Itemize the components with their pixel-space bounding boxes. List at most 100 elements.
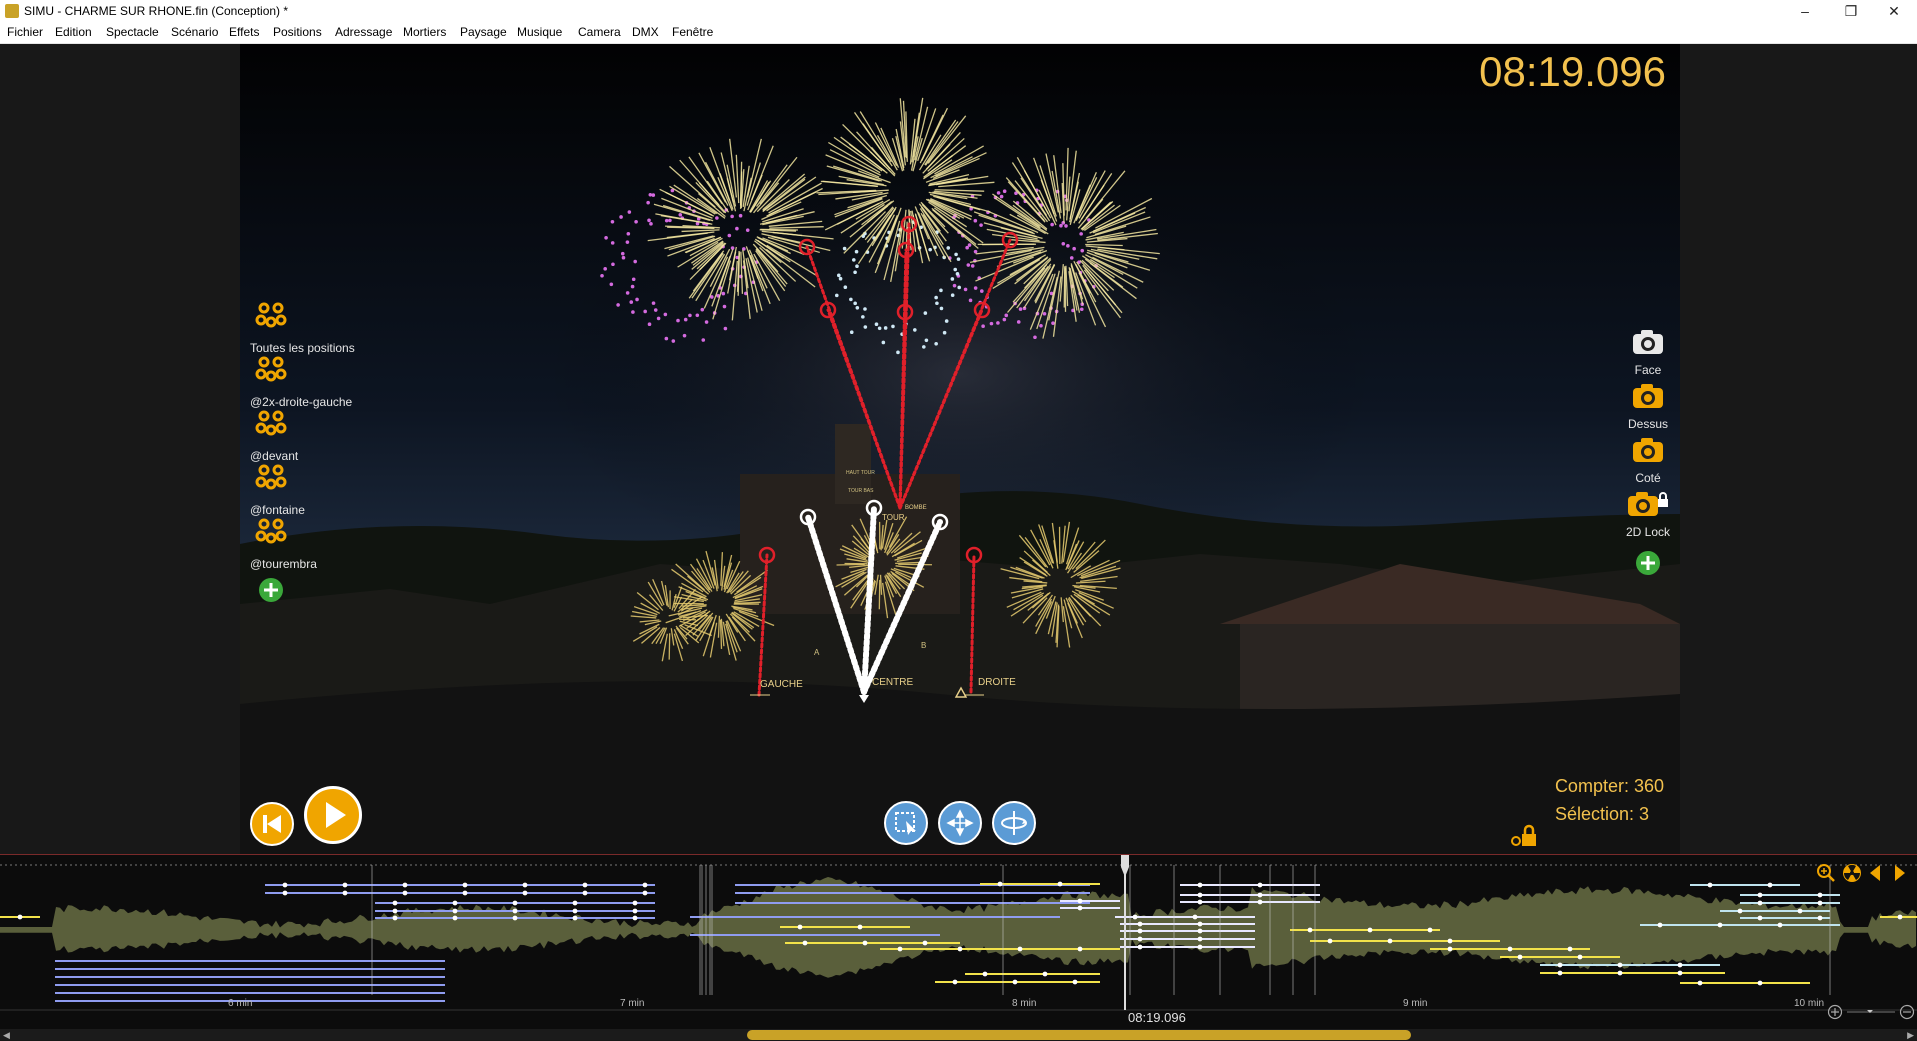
position-group-label: @devant	[250, 449, 298, 463]
zoom-in-icon[interactable]	[1829, 1006, 1842, 1019]
event-marker	[343, 891, 348, 896]
position-group-devant[interactable]: @devant	[250, 408, 298, 463]
menu-dmx[interactable]: DMX	[632, 25, 659, 39]
event-marker	[1368, 928, 1373, 933]
event-marker	[1798, 909, 1803, 914]
event-marker	[1448, 947, 1453, 952]
menu-musique[interactable]: Musique	[517, 25, 562, 39]
camera-face-button[interactable]: Face	[1613, 328, 1680, 377]
camera-label: Coté	[1613, 471, 1680, 485]
event-marker	[1198, 900, 1203, 905]
position-group-label: @tourembra	[250, 557, 317, 571]
event-marker	[1618, 971, 1623, 976]
close-icon[interactable]: ✕	[1871, 0, 1917, 22]
rewind-button[interactable]	[250, 802, 294, 846]
event-marker	[1758, 981, 1763, 986]
event-marker	[798, 925, 803, 930]
minute-label: 7 min	[620, 998, 644, 1009]
add-camera-button[interactable]	[1636, 551, 1660, 575]
event-marker	[643, 891, 648, 896]
label-tour: TOUR	[882, 513, 905, 522]
menu-paysage[interactable]: Paysage	[460, 25, 507, 39]
play-button[interactable]	[304, 786, 362, 844]
scroll-right-icon[interactable]: ▶	[1907, 1030, 1914, 1041]
event-marker	[1193, 915, 1198, 920]
menu-mortiers[interactable]: Mortiers	[403, 25, 446, 39]
cursor-time: 08:19.096	[1128, 1010, 1186, 1025]
event-marker	[453, 909, 458, 914]
select-rect-icon	[886, 803, 926, 843]
event-marker	[633, 916, 638, 921]
camera-cote-button[interactable]: Coté	[1613, 436, 1680, 485]
position-group-all[interactable]: Toutes les positions	[250, 300, 355, 355]
event-marker	[923, 941, 928, 946]
add-position-group-button[interactable]	[259, 578, 283, 602]
menu-scenario[interactable]: Scénario	[171, 25, 218, 39]
radiation-icon[interactable]	[1843, 864, 1861, 882]
move-tool-button[interactable]	[938, 801, 982, 845]
menu-edition[interactable]: Edition	[55, 25, 92, 39]
horizontal-scrollbar[interactable]: ◀ ▶	[0, 1029, 1917, 1040]
stats-panel: Compter: 360 Sélection: 3	[1555, 772, 1664, 828]
menu-fenetre[interactable]: Fenêtre	[672, 25, 713, 39]
rotate-tool-button[interactable]	[992, 801, 1036, 845]
minimize-icon[interactable]: –	[1782, 0, 1828, 22]
event-marker	[958, 947, 963, 952]
event-marker	[1308, 928, 1313, 933]
timeline-panel[interactable]: 6 min 7 min 8 min 9 min 10 min 08:19.096	[0, 854, 1917, 1030]
menu-adressage[interactable]: Adressage	[335, 25, 392, 39]
scroll-left-icon[interactable]: ◀	[3, 1030, 10, 1041]
event-marker	[983, 972, 988, 977]
rotate-icon	[994, 803, 1034, 843]
event-marker	[1258, 900, 1263, 905]
event-marker	[998, 882, 1003, 887]
time-display: 08:19.096	[1479, 48, 1666, 96]
position-group-tourembra[interactable]: @tourembra	[250, 516, 317, 571]
label-droite: DROITE	[978, 677, 1016, 688]
camera-dessus-button[interactable]: Dessus	[1613, 382, 1680, 431]
label-haut-tour: HAUT TOUR	[846, 470, 875, 476]
playhead-handle[interactable]	[1121, 855, 1129, 877]
label-bombe: BOMBE	[905, 505, 927, 511]
lock-icon[interactable]	[1510, 822, 1540, 850]
minute-label: 10 min	[1794, 998, 1824, 1009]
event-marker	[953, 980, 958, 985]
position-group-2x-droite-gauche[interactable]: @2x-droite-gauche	[250, 354, 352, 409]
camera-icon	[1631, 382, 1665, 410]
select-tool-button[interactable]	[884, 801, 928, 845]
event-marker	[1138, 922, 1143, 927]
menu-fichier[interactable]: Fichier	[7, 25, 43, 39]
event-marker	[643, 883, 648, 888]
event-marker	[1078, 899, 1083, 904]
event-marker	[1568, 947, 1573, 952]
label-a: A	[814, 648, 820, 657]
event-marker	[1818, 901, 1823, 906]
zoom-out-icon[interactable]	[1901, 1006, 1914, 1019]
event-marker	[1768, 883, 1773, 888]
next-icon[interactable]	[1895, 865, 1905, 881]
count-text: Compter: 360	[1555, 772, 1664, 800]
timeline-canvas[interactable]	[0, 855, 1917, 1030]
event-marker	[513, 916, 518, 921]
menu-positions[interactable]: Positions	[273, 25, 322, 39]
menu-effets[interactable]: Effets	[229, 25, 259, 39]
menu-spectacle[interactable]: Spectacle	[106, 25, 159, 39]
restore-icon[interactable]: ❐	[1828, 0, 1874, 22]
event-marker	[1558, 971, 1563, 976]
zoom-icon[interactable]	[1818, 865, 1834, 881]
camera-2d-lock-button[interactable]: 2D Lock	[1613, 490, 1680, 539]
event-marker	[1578, 955, 1583, 960]
previous-icon[interactable]	[1870, 865, 1880, 881]
position-group-fontaine[interactable]: @fontaine	[250, 462, 305, 517]
simulation-viewport[interactable]: GAUCHE CENTRE DROITE TOUR BOMBE HAUT TOU…	[240, 44, 1680, 854]
event-marker	[1073, 980, 1078, 985]
event-marker	[1448, 939, 1453, 944]
event-marker	[18, 915, 23, 920]
event-marker	[1618, 963, 1623, 968]
event-marker	[1658, 923, 1663, 928]
event-marker	[1818, 893, 1823, 898]
scrollbar-thumb[interactable]	[747, 1030, 1411, 1040]
camera-lock-icon	[1626, 490, 1670, 518]
event-marker	[1758, 901, 1763, 906]
menu-camera[interactable]: Camera	[578, 25, 621, 39]
